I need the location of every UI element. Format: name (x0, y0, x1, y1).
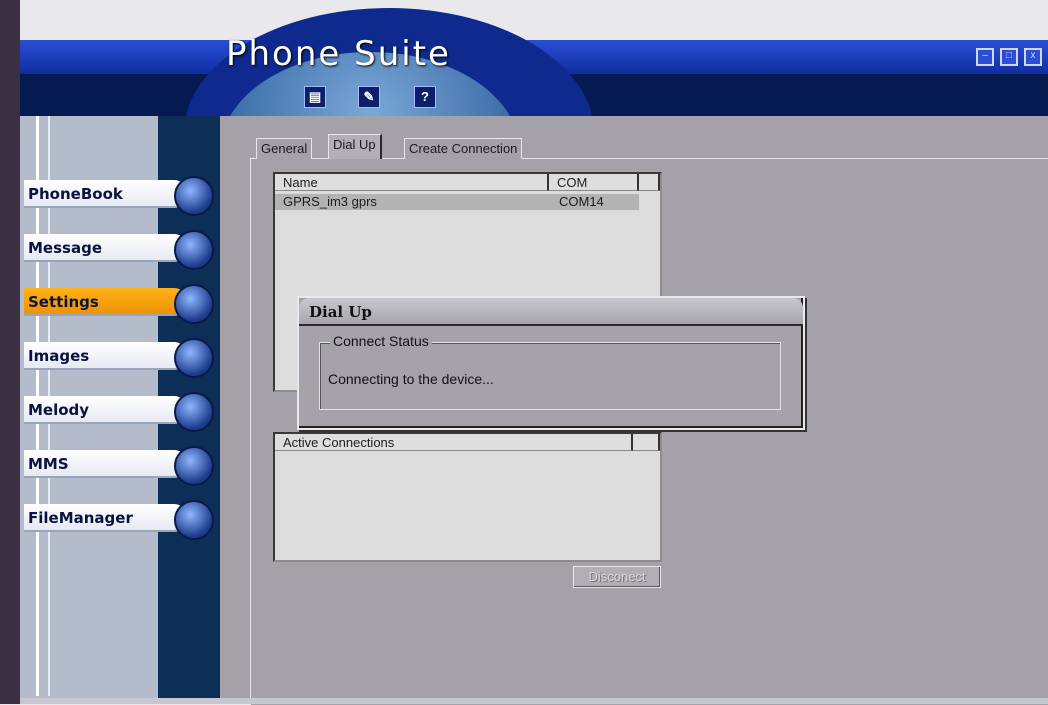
row-name: GPRS_im3 gprs (283, 194, 377, 209)
dialog-title-bar[interactable]: Dial Up (299, 298, 803, 326)
file-cabinet-icon (174, 500, 214, 540)
close-button[interactable]: x (1024, 48, 1042, 66)
nav-item-filemanager[interactable]: FileManager (24, 500, 214, 540)
nav-item-mms[interactable]: MMS (24, 446, 214, 486)
dial-up-dialog: Dial Up Connect Status Connecting to the… (297, 296, 805, 430)
column-header-name[interactable]: Name (275, 174, 549, 191)
phone-icon (174, 176, 214, 216)
nav-label: FileManager (28, 509, 133, 527)
edit-icon[interactable]: ✎ (358, 86, 380, 108)
column-header-com[interactable]: COM (549, 174, 639, 191)
balloon-icon (174, 446, 214, 486)
nav-label: PhoneBook (28, 185, 123, 203)
nav-label: Melody (28, 401, 90, 419)
active-connections-list[interactable]: Active Connections (273, 432, 662, 562)
help-icon[interactable]: ? (414, 86, 436, 108)
nav-label: Message (28, 239, 102, 257)
maximize-button[interactable]: □ (1000, 48, 1018, 66)
dialog-title: Dial Up (309, 303, 372, 321)
guitar-icon (174, 392, 214, 432)
nav-item-message[interactable]: Message (24, 230, 214, 270)
document-icon[interactable]: ▤ (304, 86, 326, 108)
images-icon (174, 338, 214, 378)
group-title: Connect Status (330, 333, 432, 349)
nav-label: Settings (28, 293, 99, 311)
tab-general[interactable]: General (256, 138, 313, 159)
title-overlay (20, 40, 1048, 74)
window-left-border (0, 0, 20, 704)
nav-item-settings[interactable]: Settings (24, 284, 214, 324)
envelope-icon (174, 230, 214, 270)
nav-item-phonebook[interactable]: PhoneBook (24, 176, 214, 216)
nav-label: Images (28, 347, 90, 365)
tab-create-connection[interactable]: Create Connection (404, 138, 523, 159)
column-header-active-connections[interactable]: Active Connections (275, 434, 633, 451)
table-row[interactable]: GPRS_im3 gprs COM14 (275, 194, 639, 210)
status-text: Connecting to the device... (328, 371, 494, 387)
app-title: Phone Suite (226, 34, 451, 74)
settings-icon (174, 284, 214, 324)
nav-label: MMS (28, 455, 69, 473)
column-header-spacer (633, 434, 660, 451)
minimize-button[interactable]: – (976, 48, 994, 66)
tab-dial-up[interactable]: Dial Up (328, 134, 382, 159)
nav-item-images[interactable]: Images (24, 338, 214, 378)
column-header-spacer (639, 174, 660, 191)
nav-item-melody[interactable]: Melody (24, 392, 214, 432)
connect-status-group: Connect Status Connecting to the device.… (319, 333, 781, 410)
row-com: COM14 (559, 194, 604, 209)
disconnect-button[interactable]: Disconect (573, 566, 661, 588)
status-bar (20, 698, 1048, 704)
